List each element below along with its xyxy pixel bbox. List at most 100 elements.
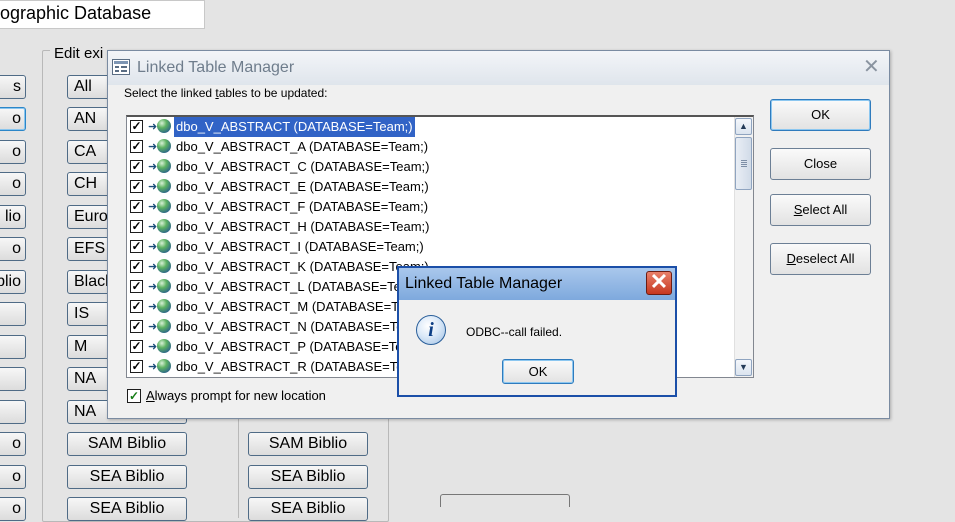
dialog-close-icon[interactable]: ✕ xyxy=(863,57,880,77)
table-row-label: dbo_V_ABSTRACT_L (DATABASE=Team;) xyxy=(176,279,427,294)
background-right-button[interactable]: SEA Biblio xyxy=(248,497,368,521)
table-row-label: dbo_V_ABSTRACT_M (DATABASE=Team;) xyxy=(176,299,431,314)
table-row-checkbox[interactable]: ✓ xyxy=(130,360,143,373)
table-row-label: dbo_V_ABSTRACT_E (DATABASE=Team;) xyxy=(176,179,429,194)
table-row-checkbox[interactable]: ✓ xyxy=(130,140,143,153)
error-message: ODBC--call failed. xyxy=(466,325,563,339)
error-ok-button[interactable]: OK xyxy=(502,359,574,384)
link-arrow-icon: ➜ xyxy=(148,121,158,133)
table-row-label: dbo_V_ABSTRACT_F (DATABASE=Team;) xyxy=(176,199,429,214)
background-left-button[interactable]: o xyxy=(0,497,26,521)
table-row-label: dbo_V_ABSTRACT_I (DATABASE=Team;) xyxy=(176,239,424,254)
link-arrow-icon: ➜ xyxy=(148,361,158,373)
table-row-checkbox[interactable]: ✓ xyxy=(130,180,143,193)
link-arrow-icon: ➜ xyxy=(148,141,158,153)
background-right-button[interactable]: SAM Biblio xyxy=(248,432,368,456)
select-all-button[interactable]: Select All xyxy=(770,194,871,226)
link-arrow-icon: ➜ xyxy=(148,241,158,253)
background-left-button[interactable] xyxy=(0,335,26,359)
scroll-down-button[interactable]: ▼ xyxy=(735,359,752,376)
list-scrollbar[interactable]: ▲ ▼ xyxy=(734,117,753,377)
table-row-label: dbo_V_ABSTRACT_H (DATABASE=Team;) xyxy=(176,219,430,234)
error-dialog-title: Linked Table Manager xyxy=(405,275,563,292)
instruction-label: Select the linked tables to be updated: xyxy=(124,86,328,100)
dialog-titlebar: Linked Table Manager ✕ xyxy=(108,51,889,85)
background-left-button[interactable] xyxy=(0,367,26,391)
globe-icon xyxy=(157,259,171,273)
background-right-button[interactable]: SEA Biblio xyxy=(248,465,368,489)
table-row-label: dbo_V_ABSTRACT_R (DATABASE=Team;) xyxy=(176,359,430,374)
globe-icon xyxy=(157,179,171,193)
scroll-thumb[interactable] xyxy=(735,137,752,190)
background-group-label: Edit exi xyxy=(50,44,108,64)
link-arrow-icon: ➜ xyxy=(148,261,158,273)
background-left-button[interactable]: o xyxy=(0,237,26,261)
table-row-label: dbo_V_ABSTRACT_P (DATABASE=Team;) xyxy=(176,339,429,354)
globe-icon xyxy=(157,319,171,333)
globe-icon xyxy=(157,239,171,253)
background-left-button[interactable]: blio xyxy=(0,270,26,294)
globe-icon xyxy=(157,279,171,293)
close-button[interactable]: Close xyxy=(770,148,871,180)
table-row-label: dbo_V_ABSTRACT_A (DATABASE=Team;) xyxy=(176,139,429,154)
background-left-button[interactable] xyxy=(0,302,26,326)
background-middle-button[interactable]: SEA Biblio xyxy=(67,465,187,489)
globe-icon xyxy=(157,119,171,133)
table-row-checkbox[interactable]: ✓ xyxy=(130,260,143,273)
globe-icon xyxy=(157,219,171,233)
table-row[interactable]: ✓ ➜ dbo_V_ABSTRACT_C (DATABASE=Team;) xyxy=(127,157,733,177)
background-left-button[interactable]: o xyxy=(0,465,26,489)
table-row-checkbox[interactable]: ✓ xyxy=(130,120,143,133)
table-row-checkbox[interactable]: ✓ xyxy=(130,220,143,233)
globe-icon xyxy=(157,339,171,353)
table-row[interactable]: ✓ ➜ dbo_V_ABSTRACT (DATABASE=Team;) xyxy=(127,117,733,137)
always-prompt-checkbox[interactable]: ✓ xyxy=(127,389,141,403)
table-row-checkbox[interactable]: ✓ xyxy=(130,200,143,213)
link-arrow-icon: ➜ xyxy=(148,161,158,173)
background-form-title: ographic Database xyxy=(0,0,205,29)
background-left-button[interactable]: o xyxy=(0,432,26,456)
error-message-dialog: Linked Table Manager ✕ i ODBC--call fail… xyxy=(397,266,677,397)
table-row[interactable]: ✓ ➜ dbo_V_ABSTRACT_H (DATABASE=Team;) xyxy=(127,217,733,237)
linked-table-manager-icon xyxy=(112,59,130,75)
table-row-checkbox[interactable]: ✓ xyxy=(130,320,143,333)
table-row-checkbox[interactable]: ✓ xyxy=(130,160,143,173)
scroll-up-button[interactable]: ▲ xyxy=(735,118,752,135)
background-left-button[interactable]: o xyxy=(0,140,26,164)
table-row-checkbox[interactable]: ✓ xyxy=(130,280,143,293)
table-row-label: dbo_V_ABSTRACT_N (DATABASE=Team;) xyxy=(176,319,430,334)
always-prompt-label[interactable]: Always prompt for new location xyxy=(146,388,326,403)
table-row-checkbox[interactable]: ✓ xyxy=(130,240,143,253)
background-middle-button[interactable]: SEA Biblio xyxy=(67,497,187,521)
error-dialog-titlebar: Linked Table Manager ✕ xyxy=(399,268,675,300)
ok-button[interactable]: OK xyxy=(770,99,871,131)
table-row[interactable]: ✓ ➜ dbo_V_ABSTRACT_F (DATABASE=Team;) xyxy=(127,197,733,217)
table-row[interactable]: ✓ ➜ dbo_V_ABSTRACT_A (DATABASE=Team;) xyxy=(127,137,733,157)
background-left-button[interactable] xyxy=(0,400,26,424)
background-middle-button[interactable]: SAM Biblio xyxy=(67,432,187,456)
background-left-button[interactable]: o xyxy=(0,107,26,131)
error-dialog-close-icon[interactable]: ✕ xyxy=(646,271,672,295)
table-row-checkbox[interactable]: ✓ xyxy=(130,340,143,353)
link-arrow-icon: ➜ xyxy=(148,201,158,213)
deselect-all-button[interactable]: Deselect All xyxy=(770,243,871,275)
dialog-title: Linked Table Manager xyxy=(137,59,295,76)
link-arrow-icon: ➜ xyxy=(148,321,158,333)
table-row[interactable]: ✓ ➜ dbo_V_ABSTRACT_E (DATABASE=Team;) xyxy=(127,177,733,197)
link-arrow-icon: ➜ xyxy=(148,341,158,353)
globe-icon xyxy=(157,159,171,173)
table-row[interactable]: ✓ ➜ dbo_V_ABSTRACT_I (DATABASE=Team;) xyxy=(127,237,733,257)
table-row-label: dbo_V_ABSTRACT_K (DATABASE=Team;) xyxy=(176,259,429,274)
info-icon: i xyxy=(416,315,446,345)
globe-icon xyxy=(157,359,171,373)
background-left-button[interactable]: lio xyxy=(0,205,26,229)
table-row-label: dbo_V_ABSTRACT (DATABASE=Team;) xyxy=(174,117,415,137)
background-left-button[interactable]: s xyxy=(0,75,26,99)
table-row-checkbox[interactable]: ✓ xyxy=(130,300,143,313)
globe-icon xyxy=(157,299,171,313)
link-arrow-icon: ➜ xyxy=(148,301,158,313)
table-row-label: dbo_V_ABSTRACT_C (DATABASE=Team;) xyxy=(176,159,430,174)
background-left-button[interactable]: o xyxy=(0,172,26,196)
globe-icon xyxy=(157,139,171,153)
background-partial-button xyxy=(440,494,570,507)
